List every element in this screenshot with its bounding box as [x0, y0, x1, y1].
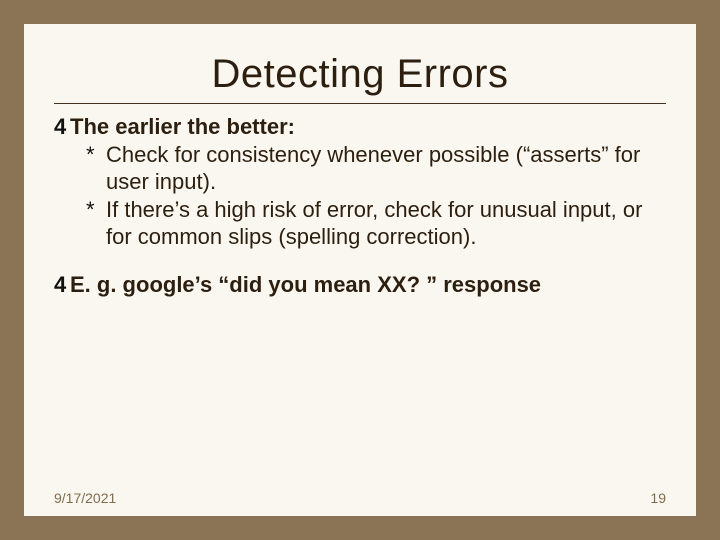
sub-bullet: * Check for consistency whenever possibl…: [54, 142, 666, 195]
footer-page-number: 19: [650, 490, 666, 506]
sub-bullet: * If there’s a high risk of error, check…: [54, 197, 666, 250]
sub-bullet-text: Check for consistency whenever possible …: [106, 142, 666, 195]
bullet-sub-icon: *: [86, 142, 106, 168]
slide-inner: Detecting Errors 4 The earlier the bette…: [24, 24, 696, 516]
slide-footer: 9/17/2021 19: [24, 490, 696, 506]
bullet-main-icon: 4: [54, 114, 70, 140]
bullet-point: 4 The earlier the better: * Check for co…: [54, 114, 666, 250]
footer-date: 9/17/2021: [54, 490, 116, 506]
bullet-head: 4 E. g. google’s “did you mean XX? ” res…: [54, 272, 666, 298]
bullet-head: 4 The earlier the better:: [54, 114, 666, 140]
bullet-main-icon: 4: [54, 272, 70, 298]
title-rule: [54, 103, 666, 104]
bullet-sub-icon: *: [86, 197, 106, 223]
sub-bullet-text: If there’s a high risk of error, check f…: [106, 197, 666, 250]
bullet-point: 4 E. g. google’s “did you mean XX? ” res…: [54, 272, 666, 298]
slide: Detecting Errors 4 The earlier the bette…: [0, 0, 720, 540]
slide-title: Detecting Errors: [54, 52, 666, 97]
bullet-head-text: E. g. google’s “did you mean XX? ” respo…: [70, 272, 541, 298]
slide-body: 4 The earlier the better: * Check for co…: [54, 114, 666, 298]
bullet-head-text: The earlier the better:: [70, 114, 295, 140]
